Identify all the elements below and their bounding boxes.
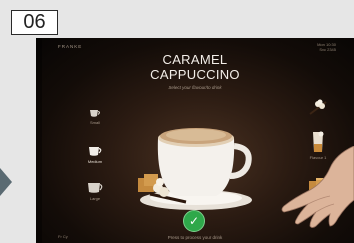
drink-subtitle: Select your flavour/to drink bbox=[168, 85, 222, 90]
tutorial-frame: 06 FRANKE Mon 10:30 Svc 2345 CARAMEL CAP… bbox=[0, 0, 354, 243]
drink-title: CARAMEL CAPPUCCINO bbox=[36, 52, 354, 82]
cup-size-label: Large bbox=[89, 196, 101, 201]
pointing-hand-illustration bbox=[281, 146, 354, 228]
medium-cup-icon bbox=[89, 147, 102, 156]
small-cup-icon bbox=[90, 110, 100, 117]
cup-size-large[interactable]: Large bbox=[80, 181, 110, 201]
cappuccino-cup-illustration bbox=[138, 128, 252, 210]
cup-size-medium[interactable]: Medium bbox=[80, 145, 110, 164]
cup-size-label: Small bbox=[89, 120, 100, 125]
status-readout: Mon 10:30 Svc 2345 bbox=[317, 42, 336, 52]
corner-label: Fr Cy bbox=[58, 234, 68, 239]
brand-logo: FRANKE bbox=[58, 44, 83, 49]
step-number-badge: 06 bbox=[11, 10, 58, 35]
cup-size-label: Medium bbox=[87, 159, 103, 164]
vanilla-flower-icon bbox=[309, 99, 327, 115]
cup-size-small[interactable]: Small bbox=[80, 108, 110, 125]
drink-title-line-1: CARAMEL bbox=[162, 52, 228, 67]
previous-arrow-icon[interactable] bbox=[0, 168, 12, 196]
large-cup-icon bbox=[88, 183, 103, 193]
check-icon: ✓ bbox=[188, 214, 200, 228]
confirm-button[interactable]: ✓ bbox=[183, 210, 205, 232]
coffee-machine-screen: FRANKE Mon 10:30 Svc 2345 CARAMEL CAPPUC… bbox=[36, 38, 354, 243]
drink-title-line-2: CAPPUCCINO bbox=[150, 67, 240, 82]
topping-vanilla[interactable] bbox=[304, 98, 332, 117]
